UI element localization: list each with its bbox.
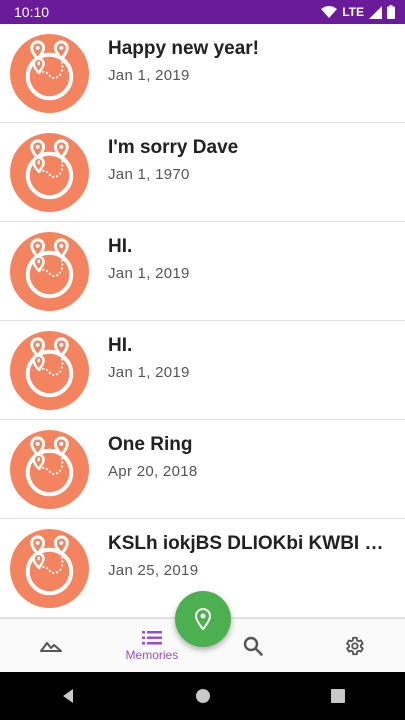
memory-text: KSLh iokjBS DLIOKbi KWBI oLnb Jan 25, 20… (108, 532, 395, 579)
wifi-icon (321, 5, 338, 18)
memory-date: Apr 20, 2018 (108, 463, 198, 480)
memory-date: Jan 1, 2019 (108, 364, 190, 381)
memory-avatar (10, 232, 89, 311)
nav-item-settings[interactable] (304, 619, 405, 673)
memory-text: I'm sorry Dave Jan 1, 1970 (108, 136, 395, 183)
status-icons: LTE (321, 5, 395, 19)
memory-list-item[interactable]: HI. Jan 1, 2019 (0, 321, 405, 420)
terrain-icon (39, 642, 62, 652)
memory-date: Jan 1, 2019 (108, 67, 190, 84)
map-route-icon (10, 232, 89, 311)
system-navigation-bar (0, 672, 405, 720)
nav-label-memories: Memories (125, 648, 179, 662)
memory-list-item[interactable]: I'm sorry Dave Jan 1, 1970 (0, 123, 405, 222)
memory-avatar (10, 529, 89, 608)
signal-icon (369, 5, 382, 19)
map-route-icon (10, 133, 89, 212)
memory-avatar (10, 34, 89, 113)
memories-list[interactable]: Happy new year! Jan 1, 2019 I'm sorry Da… (0, 24, 405, 618)
add-memory-fab[interactable] (175, 591, 231, 647)
memory-title: HI. (108, 236, 133, 257)
status-bar: 10:10 LTE (0, 0, 405, 24)
home-icon[interactable] (195, 688, 211, 704)
status-time: 10:10 (14, 4, 50, 20)
memory-text: One Ring Apr 20, 2018 (108, 433, 395, 480)
memory-title: KSLh iokjBS DLIOKbi KWBI oLnb (108, 533, 395, 554)
memory-text: Happy new year! Jan 1, 2019 (108, 37, 395, 84)
network-type: LTE (342, 5, 364, 19)
battery-icon (387, 5, 395, 19)
map-route-icon (10, 430, 89, 509)
map-route-icon (10, 529, 89, 608)
memory-title: Happy new year! (108, 38, 259, 59)
memory-title: I'm sorry Dave (108, 137, 239, 158)
back-icon[interactable] (60, 688, 76, 704)
memory-avatar (10, 133, 89, 212)
memory-title: One Ring (108, 434, 193, 455)
memory-list-item[interactable]: One Ring Apr 20, 2018 (0, 420, 405, 519)
memory-date: Jan 25, 2019 (108, 562, 199, 579)
memory-avatar (10, 430, 89, 509)
memory-avatar (10, 331, 89, 410)
recents-icon[interactable] (330, 688, 346, 704)
memory-date: Jan 1, 2019 (108, 265, 190, 282)
map-route-icon (10, 331, 89, 410)
list-icon (141, 631, 162, 645)
memory-list-item[interactable]: Happy new year! Jan 1, 2019 (0, 24, 405, 123)
map-route-icon (10, 34, 89, 113)
memory-date: Jan 1, 1970 (108, 166, 190, 183)
gear-icon (346, 636, 365, 656)
memory-text: HI. Jan 1, 2019 (108, 235, 395, 282)
search-icon (243, 636, 263, 656)
location-pin-icon (194, 608, 212, 630)
memory-title: HI. (108, 335, 133, 356)
nav-item-terrain[interactable] (0, 619, 101, 673)
memory-text: HI. Jan 1, 2019 (108, 334, 395, 381)
memory-list-item[interactable]: HI. Jan 1, 2019 (0, 222, 405, 321)
